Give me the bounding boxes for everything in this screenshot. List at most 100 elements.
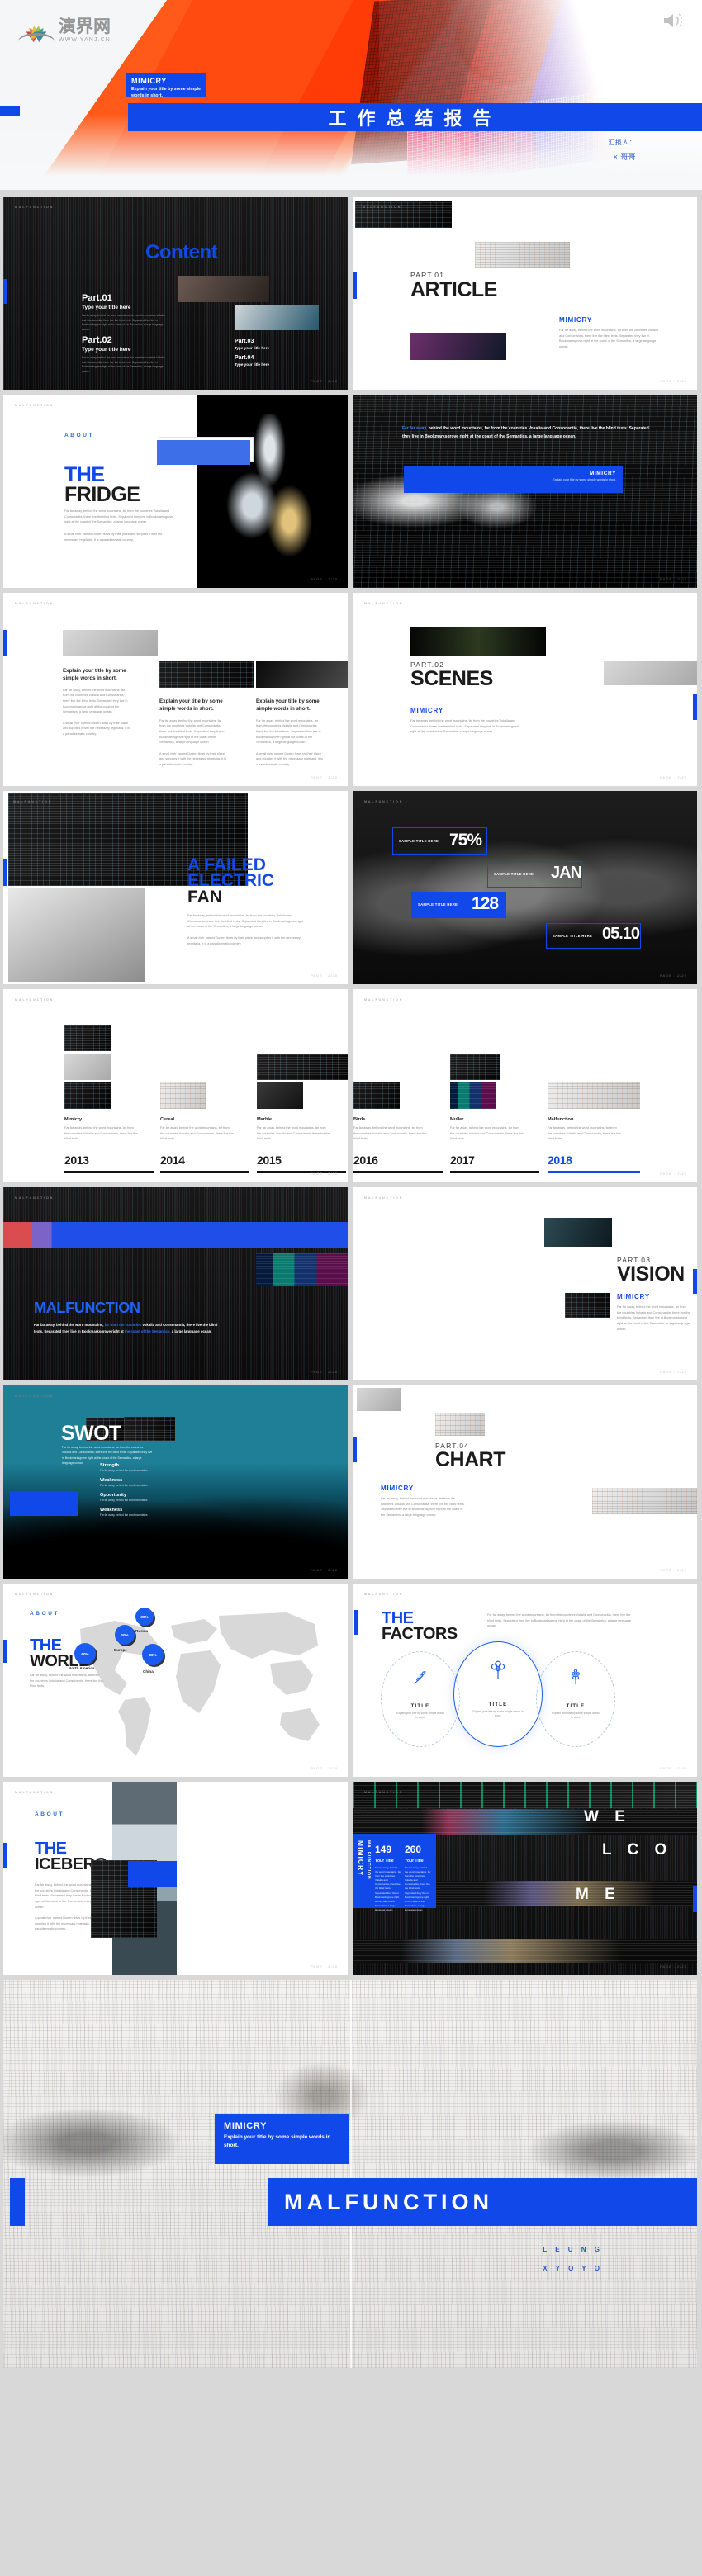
slide-page-number: PAGE : 2/20 [311, 776, 338, 779]
slide-factors[interactable]: MALFUNCTION THE FACTORS Far far away, be… [353, 1584, 697, 1777]
malfunction-body: Far far away, behind the word mountains,… [34, 1322, 224, 1336]
slide-stats[interactable]: MALFUNCTION SAMPLE TITLE HERE 75% SAMPLE… [353, 791, 697, 984]
swot-item-desc: Far far away, behind the word mountains [100, 1513, 148, 1517]
malfunction-neon-photo [256, 1253, 348, 1286]
malfunction-title: MALFUNCTION [34, 1300, 140, 1316]
content-title: Content [145, 241, 218, 263]
slide-scenes[interactable]: MALFUNCTION PART.02 SCENES MIMICRY Far f… [353, 593, 697, 786]
timeline-item: Birds Far far away, behind the word moun… [353, 1117, 443, 1173]
slide-timeline-right[interactable]: MALFUNCTION Birds Far far away, behind t… [353, 989, 697, 1182]
slide-brandmark: MALFUNCTION [15, 1791, 55, 1794]
timeline-photo [548, 1082, 640, 1109]
slide-chart[interactable]: PART.04 CHART MIMICRY Far far away, behi… [353, 1385, 697, 1579]
slide-fan[interactable]: MALFUNCTION A FAILED ELECTRIC FAN Far fa… [3, 791, 348, 984]
timeline-year: 2017 [450, 1153, 475, 1167]
slide-row: MALFUNCTION A FAILED ELECTRIC FAN Far fa… [0, 791, 702, 984]
accent-bar [353, 1437, 357, 1462]
watermark-cn: 演界网 [59, 17, 111, 36]
map-bubble-china: 86% [142, 1644, 164, 1665]
welcome-stat-desc: Far far away, behind the word mountains,… [405, 1866, 431, 1911]
welcome-stat-desc: Far far away, behind the word mountains,… [375, 1866, 401, 1911]
article-title: ARTICLE [410, 278, 497, 301]
threecol-col-2: Explain your title by some simple words … [159, 698, 227, 768]
swot-item-name: Weakness [100, 1478, 123, 1483]
timeline-photo [450, 1054, 500, 1080]
map-label-europe: Europe [114, 1648, 127, 1652]
tree-icon [453, 1660, 543, 1681]
hero-card-subtitle: Explain your title by some simple words … [131, 87, 201, 98]
slide-timeline-left[interactable]: MALFUNCTION Mimicry Far far away, behind… [3, 989, 348, 1182]
stats-background-photo [353, 791, 697, 984]
slide-world[interactable]: MALFUNCTION ABOUT THE WORLD Far far away… [3, 1584, 348, 1777]
map-bubble-north-america: 60% [74, 1643, 96, 1664]
fridge-blue-card [157, 440, 250, 465]
slide-malfunction[interactable]: MALFUNCTION MALFUNCTION Far far away, be… [3, 1187, 348, 1380]
slide-article[interactable]: MALFUNCTION PART.01 ARTICLE MIMICRY Far … [353, 197, 697, 390]
scenes-text: MIMICRY Far far away, behind the word mo… [410, 707, 522, 735]
chart-title: CHART [435, 1448, 506, 1471]
hero-banner: 演界网 WWW.YANJ.CN MIMICRY Explain your tit… [0, 0, 702, 190]
timeline-desc: Far far away, behind the word mountains,… [160, 1126, 234, 1141]
slide-vision[interactable]: MALFUNCTION PART.03 VISION MIMICRY Far f… [353, 1187, 697, 1380]
mimicry-label: MIMICRY [381, 1485, 414, 1492]
stat-label: SAMPLE TITLE HERE [553, 933, 593, 938]
slide-welcome[interactable]: MALFUNCTION W E L C O M E MIMICRY MALFUN… [353, 1782, 697, 1975]
slide-page-number: PAGE : 2/20 [311, 974, 338, 978]
final-title-bar: MALFUNCTION [268, 2178, 697, 2226]
map-label-russia: Russia [135, 1629, 149, 1633]
slide-final[interactable]: MIMICRY Explain your title by some simpl… [3, 1980, 697, 2368]
article-photo-top [355, 201, 452, 228]
map-bubble-europe: 40% [115, 1625, 135, 1645]
timeline-rule [64, 1170, 154, 1173]
stat-label: SAMPLE TITLE HERE [399, 838, 439, 843]
welcome-word-2: L C O [602, 1841, 673, 1859]
quote-blue-band: MIMICRY Explain your title by some simpl… [404, 466, 623, 493]
slide-page-number: PAGE : 2/20 [660, 974, 687, 978]
slide-swot[interactable]: MALFUNCTION SWOT Far far away, behind th… [3, 1385, 348, 1579]
slide-iceberg[interactable]: MALFUNCTION ABOUT THE ICEBERG Far far aw… [3, 1782, 348, 1975]
accent-bar [3, 630, 7, 656]
swot-item-desc: Far far away, behind the word mountains [100, 1484, 148, 1487]
slide-threecol[interactable]: MALFUNCTION Explain your title by some s… [3, 593, 348, 786]
swot-title: SWOT [61, 1422, 121, 1445]
scenes-body: Far far away, behind the word mountains,… [410, 719, 519, 734]
slide-quote[interactable]: Far far away, behind the word mountains,… [353, 395, 697, 588]
slide-page-number: PAGE : 2/20 [660, 380, 687, 383]
fridge-body-2: A small river named Duden flows by their… [64, 532, 163, 542]
timeline-photo [257, 1082, 303, 1109]
stat-value: 128 [472, 894, 499, 913]
threecol-heading: Explain your title by some simple words … [256, 698, 320, 713]
slide-row: MIMICRY Explain your title by some simpl… [0, 1980, 702, 2368]
stat-value: 05.10 [602, 925, 640, 943]
content-photo-2 [235, 305, 319, 330]
chart-photo-bottom [592, 1488, 697, 1514]
accent-bar [3, 1843, 7, 1868]
slide-content[interactable]: MALFUNCTION Content Part.01 Type your ti… [3, 197, 348, 390]
swot-item-4: Weakness Far far away, behind the word m… [100, 1508, 148, 1517]
stat-item-2: SAMPLE TITLE HERE JAN [487, 861, 582, 888]
slide-page-number: PAGE : 2/20 [660, 1767, 687, 1770]
speaker-icon[interactable] [662, 12, 684, 34]
welcome-stat-title: Your Title [375, 1859, 394, 1863]
malfunction-p3: Semantics, [151, 1329, 171, 1334]
deck-preview-page: 演界网 WWW.YANJ.CN MIMICRY Explain your tit… [0, 0, 702, 2576]
stat-value: 75% [449, 831, 482, 850]
timeline-item: Muller Far far away, behind the word mou… [450, 1117, 539, 1173]
slide-fridge[interactable]: MALFUNCTION ABOUT THE FRIDGE Far far awa… [3, 395, 348, 588]
final-big-title: MALFUNCTION [284, 2189, 493, 2214]
reporter-label: 汇报人： [608, 139, 636, 146]
welcome-glitch-band-2 [353, 1809, 697, 1835]
part-subtitle: Type your title here [82, 347, 131, 353]
timeline-desc: Far far away, behind the word mountains,… [257, 1126, 330, 1141]
threecol-col-1: Explain your title by some simple words … [63, 667, 130, 737]
welcome-blue-panel: MIMICRY MALFUNCTION 149 Your Title Far f… [353, 1834, 436, 1911]
slide-row: MALFUNCTION ABOUT THE ICEBERG Far far aw… [0, 1782, 702, 1975]
threecol-col-3: Explain your title by some simple words … [256, 698, 324, 768]
swot-item-desc: Far far away, behind the word mountains [100, 1469, 148, 1472]
timeline-photo [64, 1025, 111, 1051]
accent-bar [693, 1886, 697, 1912]
slide-page-number: PAGE : 2/20 [311, 1569, 338, 1572]
part-subtitle: Type your title here [235, 362, 270, 367]
fan-logo-icon [18, 17, 55, 45]
slide-page-number: PAGE : 2/20 [311, 380, 338, 383]
